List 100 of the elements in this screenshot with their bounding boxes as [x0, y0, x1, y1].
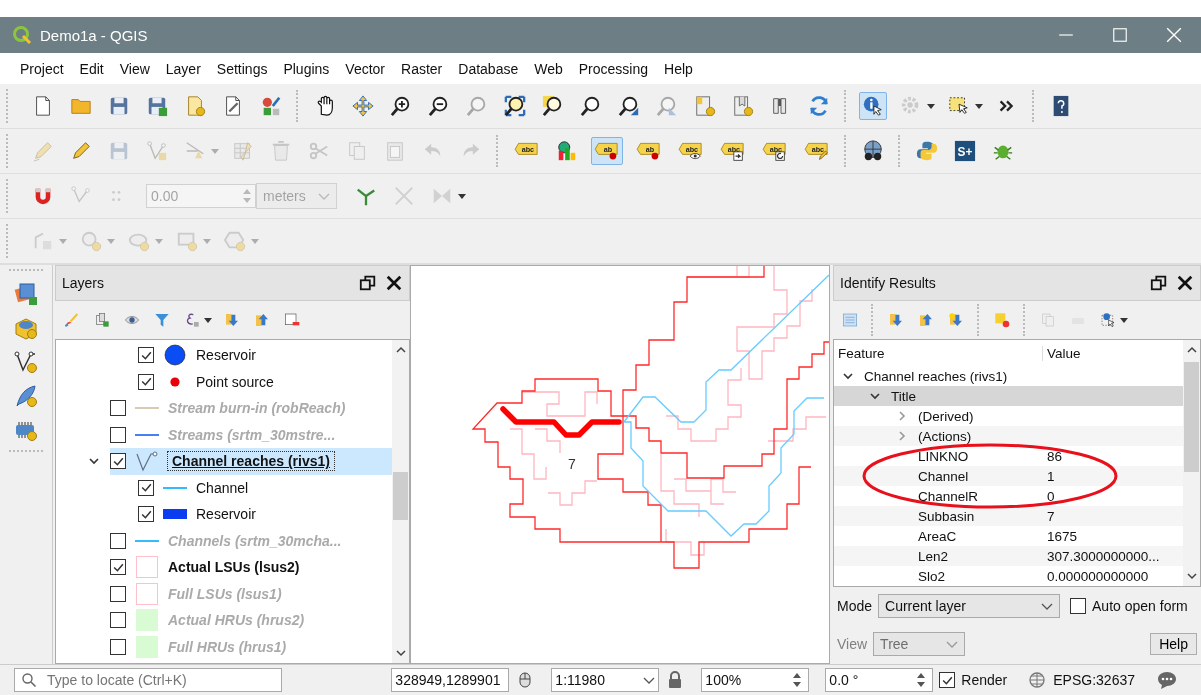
- locate-box[interactable]: Type to locate (Ctrl+K): [14, 668, 282, 692]
- feature-name: Slo2: [918, 568, 946, 584]
- view-label: View: [837, 636, 868, 652]
- dropdown-caret-icon[interactable]: [926, 101, 936, 111]
- feature-name: ChannelR: [918, 488, 979, 504]
- column-header[interactable]: Feature: [834, 345, 1042, 361]
- help-button[interactable]: Help: [1150, 633, 1197, 655]
- dropdown-caret-icon[interactable]: [456, 191, 467, 201]
- crs-label[interactable]: EPSG:32637: [1053, 672, 1135, 688]
- attribute-value: 0.000000000000: [1046, 568, 1150, 584]
- rotation-field[interactable]: 0.0 °: [825, 668, 934, 692]
- checkbox[interactable]: [138, 506, 154, 523]
- panel-title: Identify Results: [840, 275, 936, 291]
- checkbox[interactable]: [110, 612, 126, 629]
- float-panel-icon[interactable]: [359, 274, 377, 292]
- feature-name: Title: [891, 388, 916, 404]
- locate-search-field[interactable]: Type to locate (Ctrl+K): [45, 671, 269, 689]
- attribute-value: 86: [1046, 448, 1064, 464]
- checkbox[interactable]: [110, 559, 126, 576]
- speech-bubble-icon[interactable]: [1155, 670, 1179, 690]
- legend-label: Point source: [196, 373, 274, 390]
- layer-name: Full LSUs (lsus1): [168, 585, 282, 602]
- panel-title: Layers: [62, 275, 105, 291]
- checkbox[interactable]: [110, 532, 126, 549]
- legend-label: Reservoir: [196, 347, 256, 364]
- menu-item[interactable]: Web: [526, 60, 571, 77]
- dropdown-caret-icon[interactable]: [974, 101, 984, 111]
- result-row[interactable]: Subbasin 7: [834, 506, 1183, 526]
- scroll-down-icon[interactable]: [394, 647, 407, 659]
- globe-icon[interactable]: [1027, 670, 1048, 690]
- result-row[interactable]: ChannelR 0: [834, 486, 1183, 506]
- result-row[interactable]: LINKNO 86: [834, 446, 1183, 466]
- menu-item[interactable]: Raster: [393, 60, 451, 77]
- checkbox[interactable]: [110, 426, 126, 443]
- feature-name: (Derived): [918, 408, 974, 424]
- menu-item[interactable]: Plugins: [275, 60, 338, 77]
- logo-icon: [12, 25, 32, 45]
- layer-row[interactable]: Actual LSUs (lsus2): [56, 554, 392, 581]
- checkbox[interactable]: [138, 479, 154, 496]
- result-row[interactable]: Title: [834, 386, 1183, 406]
- menu-item[interactable]: View: [111, 60, 158, 77]
- menu-item[interactable]: Project: [12, 60, 72, 77]
- close-panel-icon[interactable]: [1176, 274, 1194, 292]
- menu-item[interactable]: Help: [656, 60, 701, 77]
- coordinate-field[interactable]: 328949,1289901: [391, 668, 510, 692]
- checkbox-label: Auto open form: [1092, 598, 1188, 614]
- scrollbar-track[interactable]: [1183, 340, 1200, 586]
- legend-label: Channel: [196, 479, 249, 496]
- result-row[interactable]: (Actions): [834, 426, 1183, 446]
- checkbox[interactable]: [110, 400, 126, 417]
- checkbox[interactable]: [1070, 598, 1087, 614]
- result-row[interactable]: Channel 1: [834, 466, 1183, 486]
- dropdown-caret-icon[interactable]: [203, 315, 213, 325]
- menu-item[interactable]: Settings: [208, 60, 276, 77]
- search-icon: [21, 672, 37, 688]
- attribute-value: 7: [1046, 508, 1056, 524]
- checkbox[interactable]: [138, 373, 154, 390]
- scroll-thumb[interactable]: [393, 472, 408, 520]
- result-row[interactable]: (Derived): [834, 406, 1183, 426]
- layer-name: Channel reaches (rivs1): [168, 452, 334, 471]
- feature-name: AreaC: [918, 528, 957, 544]
- menu-item[interactable]: Layer: [157, 60, 209, 77]
- mode-dropdown[interactable]: Current layer: [878, 594, 1061, 618]
- result-row[interactable]: Len2 307.3000000000...: [834, 546, 1183, 566]
- scale-dropdown[interactable]: 1:11980: [551, 668, 660, 692]
- attribute-value: 1675: [1046, 528, 1079, 544]
- mode-label: Mode: [837, 598, 873, 614]
- feature-name: Subbasin: [918, 508, 975, 524]
- scrollbar-track[interactable]: [392, 340, 409, 663]
- dropdown-caret-icon[interactable]: [1119, 315, 1129, 325]
- layer-row[interactable]: Channel: [56, 474, 392, 501]
- menu-item[interactable]: Processing: [570, 60, 657, 77]
- layer-name: Streams (srtm_30mstre...: [168, 426, 336, 443]
- checkbox[interactable]: [939, 672, 956, 688]
- layer-row[interactable]: Reservoir: [56, 501, 392, 528]
- layer-row[interactable]: Reservoir: [56, 342, 392, 369]
- float-panel-icon[interactable]: [1150, 274, 1168, 292]
- menu-item[interactable]: Vector: [337, 60, 394, 77]
- result-row[interactable]: Channel reaches (rivs1): [834, 366, 1183, 386]
- checkbox[interactable]: [138, 347, 154, 364]
- layer-row[interactable]: Point source: [56, 368, 392, 395]
- layer-name: Actual LSUs (lsus2): [168, 559, 300, 576]
- scroll-thumb[interactable]: [1184, 362, 1199, 472]
- close-panel-icon[interactable]: [385, 274, 403, 292]
- checkbox[interactable]: [110, 585, 126, 602]
- attribute-value: 0: [1046, 488, 1056, 504]
- feature-name: (Actions): [918, 428, 972, 444]
- map-canvas[interactable]: 7: [410, 265, 830, 664]
- magnifier-field[interactable]: 100%: [701, 668, 810, 692]
- menu-item[interactable]: Database: [450, 60, 527, 77]
- scroll-down-icon[interactable]: [1185, 570, 1198, 582]
- result-row[interactable]: AreaC 1675: [834, 526, 1183, 546]
- legend-label: Reservoir: [196, 506, 256, 523]
- checkbox[interactable]: [110, 453, 126, 470]
- identify-features-icon[interactable]: [859, 92, 887, 120]
- result-row[interactable]: Slo2 0.000000000000: [834, 566, 1183, 586]
- feature-name: LINKNO: [918, 448, 969, 464]
- line-layer-icon: [135, 450, 159, 473]
- menu-item[interactable]: Edit: [71, 60, 112, 77]
- checkbox[interactable]: [110, 638, 126, 655]
